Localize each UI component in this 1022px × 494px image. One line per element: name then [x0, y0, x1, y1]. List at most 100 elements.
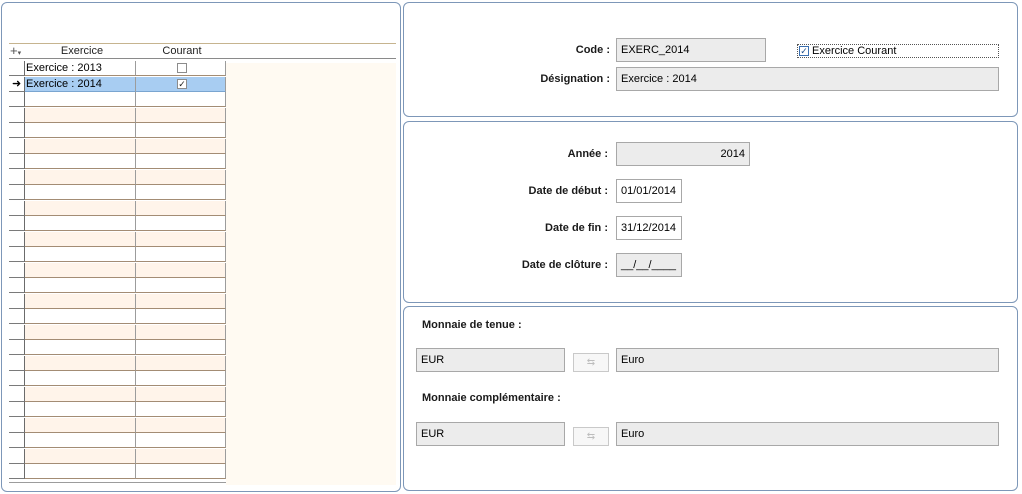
row-indicator[interactable] [9, 278, 25, 293]
cell-courant[interactable] [136, 154, 226, 169]
cell-courant[interactable] [136, 417, 226, 433]
cell-exercice[interactable] [25, 185, 136, 200]
empty-table-row[interactable] [9, 402, 226, 417]
checkbox-checked-icon[interactable]: ✓ [799, 46, 809, 56]
table-row[interactable]: Exercice : 2013 [9, 61, 226, 76]
empty-table-row[interactable] [9, 324, 226, 340]
cell-courant[interactable] [136, 433, 226, 448]
cell-exercice[interactable] [25, 154, 136, 169]
cell-courant[interactable] [136, 355, 226, 371]
empty-table-row[interactable] [9, 154, 226, 169]
row-indicator[interactable] [9, 247, 25, 262]
empty-table-row[interactable] [9, 185, 226, 200]
cell-exercice[interactable] [25, 402, 136, 417]
empty-table-row[interactable] [9, 92, 226, 107]
cell-exercice[interactable]: Exercice : 2014 [25, 76, 136, 92]
cell-exercice[interactable] [25, 386, 136, 402]
cell-courant[interactable] [136, 107, 226, 123]
cell-courant[interactable] [136, 309, 226, 324]
cell-courant[interactable] [136, 464, 226, 479]
cell-exercice[interactable] [25, 138, 136, 154]
cell-courant[interactable] [136, 448, 226, 464]
row-indicator[interactable] [9, 402, 25, 417]
empty-table-row[interactable] [9, 216, 226, 231]
designation-field[interactable]: Exercice : 2014 [616, 67, 999, 91]
empty-table-row[interactable] [9, 262, 226, 278]
column-header-courant[interactable]: Courant [137, 45, 227, 57]
cell-exercice[interactable] [25, 355, 136, 371]
cell-exercice[interactable] [25, 293, 136, 309]
cell-exercice[interactable] [25, 247, 136, 262]
code-field[interactable]: EXERC_2014 [616, 38, 766, 62]
row-indicator[interactable] [9, 61, 25, 76]
cell-courant[interactable] [136, 386, 226, 402]
row-indicator[interactable] [9, 262, 25, 278]
monnaie-tenue-name-field[interactable]: Euro [616, 348, 999, 372]
cell-exercice[interactable] [25, 464, 136, 479]
cell-exercice[interactable] [25, 278, 136, 293]
row-indicator[interactable] [9, 355, 25, 371]
empty-table-row[interactable] [9, 309, 226, 324]
empty-table-row[interactable] [9, 371, 226, 386]
annee-field[interactable]: 2014 [616, 142, 750, 166]
cell-courant[interactable] [136, 92, 226, 107]
row-indicator[interactable] [9, 433, 25, 448]
empty-table-row[interactable] [9, 464, 226, 479]
row-indicator[interactable] [9, 107, 25, 123]
empty-table-row[interactable] [9, 169, 226, 185]
cell-courant[interactable] [136, 293, 226, 309]
empty-table-row[interactable] [9, 231, 226, 247]
monnaie-tenue-lookup-button[interactable]: ⇆ [573, 353, 609, 372]
empty-table-row[interactable] [9, 340, 226, 355]
row-indicator[interactable]: ➜ [9, 76, 25, 92]
add-row-icon[interactable]: +▾ [10, 44, 25, 58]
empty-table-row[interactable] [9, 278, 226, 293]
cell-exercice[interactable] [25, 123, 136, 138]
row-indicator[interactable] [9, 448, 25, 464]
cell-exercice[interactable] [25, 309, 136, 324]
cell-exercice[interactable] [25, 92, 136, 107]
row-indicator[interactable] [9, 309, 25, 324]
cell-exercice[interactable] [25, 262, 136, 278]
cell-exercice[interactable] [25, 433, 136, 448]
cell-courant[interactable] [136, 185, 226, 200]
empty-table-row[interactable] [9, 247, 226, 262]
empty-table-row[interactable] [9, 355, 226, 371]
cell-courant[interactable] [136, 169, 226, 185]
cell-courant[interactable] [136, 402, 226, 417]
date-cloture-field[interactable]: __/__/____ [616, 253, 682, 277]
cell-exercice[interactable] [25, 340, 136, 355]
row-indicator[interactable] [9, 92, 25, 107]
cell-courant[interactable] [136, 340, 226, 355]
empty-table-row[interactable] [9, 123, 226, 138]
cell-exercice[interactable] [25, 324, 136, 340]
row-indicator[interactable] [9, 417, 25, 433]
row-indicator[interactable] [9, 123, 25, 138]
cell-exercice[interactable] [25, 200, 136, 216]
cell-courant[interactable] [136, 231, 226, 247]
row-indicator[interactable] [9, 138, 25, 154]
row-indicator[interactable] [9, 154, 25, 169]
cell-courant[interactable] [136, 216, 226, 231]
date-debut-field[interactable]: 01/01/2014 [616, 179, 682, 203]
monnaie-complementaire-lookup-button[interactable]: ⇆ [573, 427, 609, 446]
cell-exercice[interactable] [25, 371, 136, 386]
row-indicator[interactable] [9, 464, 25, 479]
cell-exercice[interactable] [25, 169, 136, 185]
table-row[interactable]: ➜ Exercice : 2014 ✓ [9, 76, 226, 92]
checkbox-unchecked-icon[interactable] [177, 63, 187, 73]
checkbox-checked-icon[interactable]: ✓ [177, 78, 187, 89]
cell-courant[interactable] [136, 324, 226, 340]
cell-courant[interactable]: ✓ [136, 76, 226, 92]
row-indicator[interactable] [9, 200, 25, 216]
cell-exercice[interactable]: Exercice : 2013 [25, 61, 136, 76]
cell-exercice[interactable] [25, 231, 136, 247]
exercice-courant-checkbox[interactable]: ✓ Exercice Courant [797, 44, 999, 58]
row-indicator[interactable] [9, 231, 25, 247]
cell-courant[interactable] [136, 61, 226, 76]
cell-courant[interactable] [136, 123, 226, 138]
cell-exercice[interactable] [25, 107, 136, 123]
cell-courant[interactable] [136, 200, 226, 216]
date-fin-field[interactable]: 31/12/2014 [616, 216, 682, 240]
cell-courant[interactable] [136, 278, 226, 293]
